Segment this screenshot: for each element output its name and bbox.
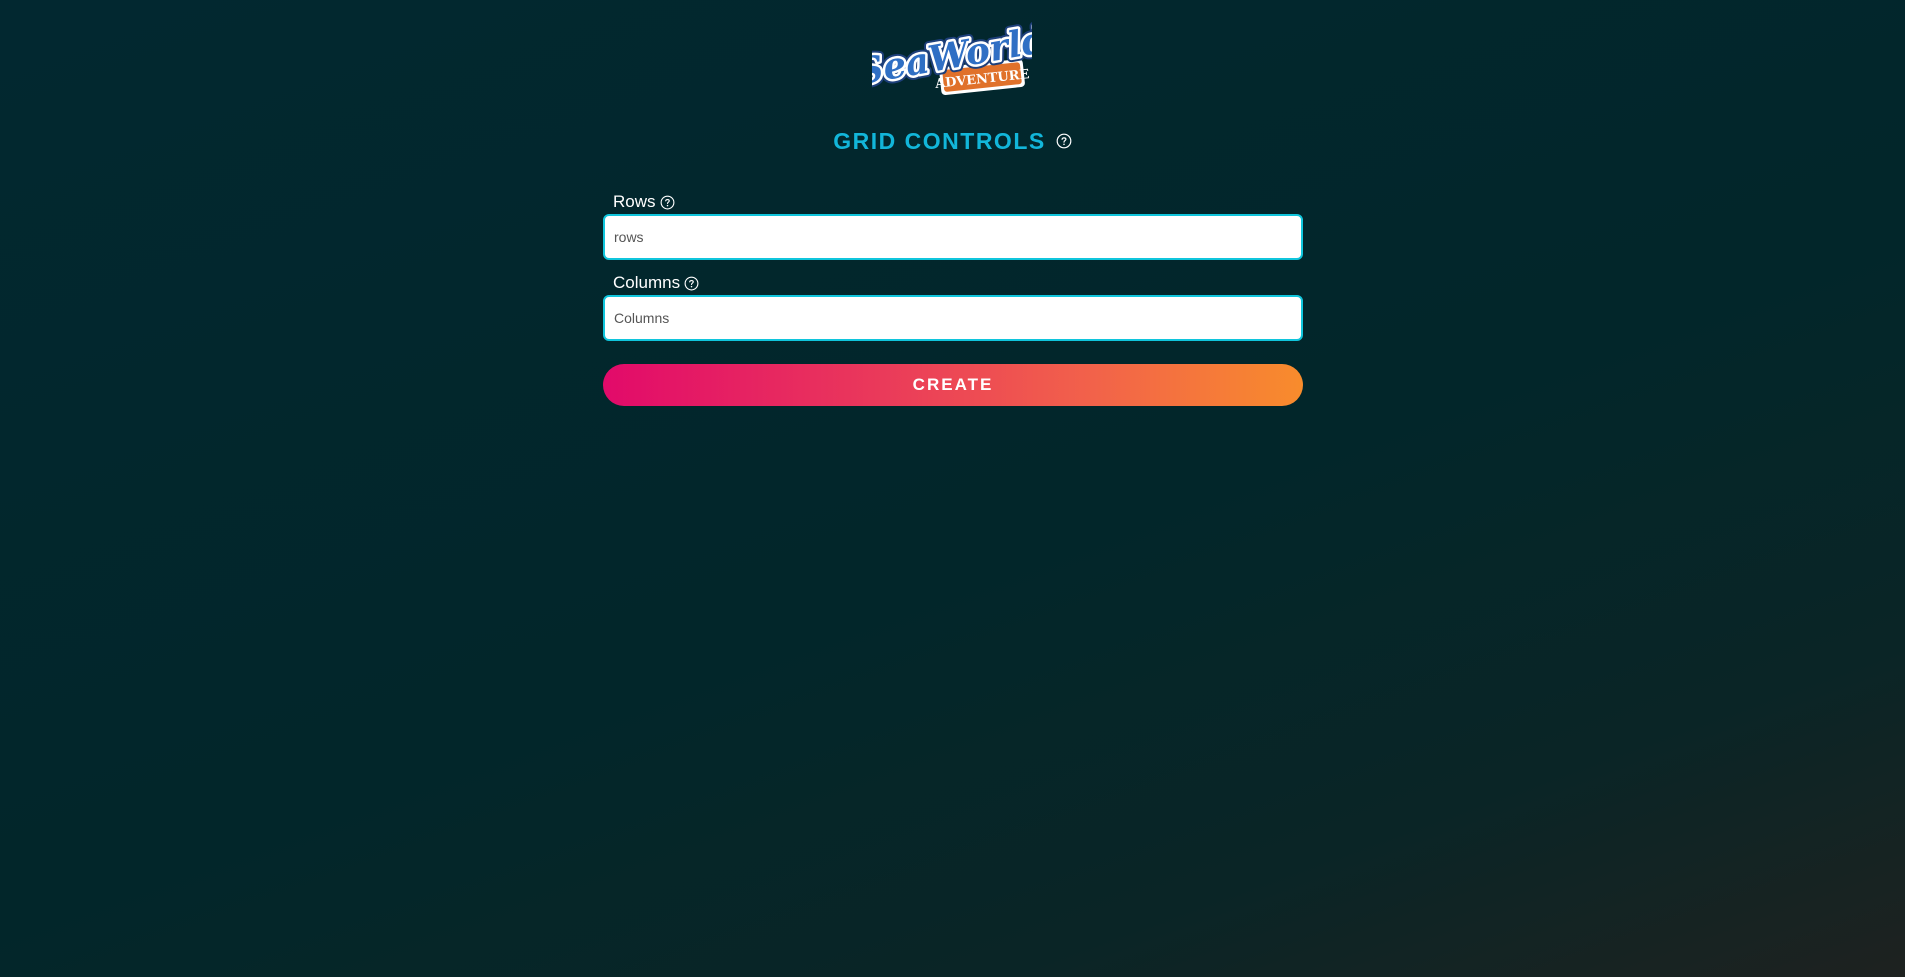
page-title: GRID CONTROLS <box>833 127 1046 154</box>
question-circle-icon[interactable] <box>660 195 675 210</box>
seaworld-adventure-logo: ADVENTURE SeaWorld SeaWorld SeaWorld <box>850 14 1055 102</box>
grid-controls-form: Rows Columns CREATE <box>603 192 1303 406</box>
columns-label: Columns <box>613 273 681 292</box>
rows-input[interactable] <box>603 214 1303 260</box>
rows-label: Rows <box>613 192 656 211</box>
create-button[interactable]: CREATE <box>603 364 1303 406</box>
columns-field: Columns <box>603 273 1303 341</box>
columns-input[interactable] <box>603 295 1303 341</box>
rows-field: Rows <box>603 192 1303 260</box>
columns-label-row: Columns <box>613 273 1303 293</box>
heading-row: GRID CONTROLS <box>0 126 1905 156</box>
question-circle-icon[interactable] <box>1056 133 1072 149</box>
question-circle-icon[interactable] <box>684 276 699 291</box>
rows-label-row: Rows <box>613 192 1303 212</box>
